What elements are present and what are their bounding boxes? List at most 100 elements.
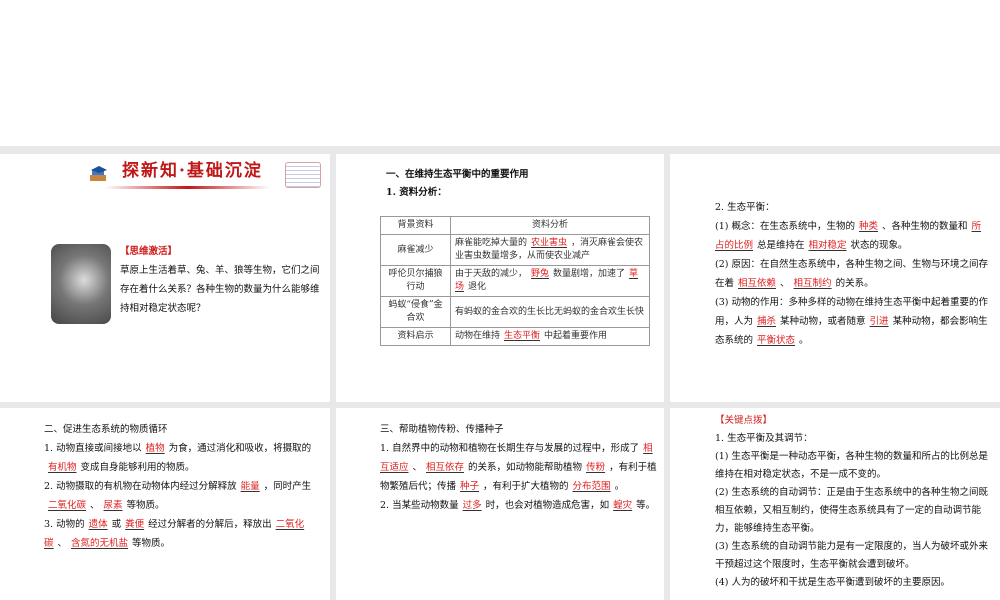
text-fragment: 某种动物，或者随意 (780, 316, 866, 327)
text-fragment: 3. 动物的 (44, 519, 85, 530)
paragraph-1: 1. 自然界中的动物和植物在长期生存与发展的过程中，形成了 相互适应、相互依存 的关… (380, 439, 662, 496)
slide-title: 探新知·基础沉淀 (122, 161, 263, 181)
slide-3[interactable]: 2. 生态平衡： (1) 概念：在生态系统中，生物的 种类 、各种生物的数量和 所占的… (670, 154, 1000, 402)
text-fragment: ，有利于扩大植物的 (483, 481, 569, 492)
slide-6[interactable]: 【关键点拨】 1. 生态平衡及其调节： (1) 生态平衡是一种动态平衡，各种生物… (670, 408, 1000, 600)
answer: 分布范围 (572, 481, 611, 492)
text-fragment: 、 (90, 500, 100, 511)
title-underline (105, 186, 270, 189)
text-fragment: 等物质。 (132, 538, 171, 549)
answer: 植物 (145, 443, 165, 454)
answer: 野兔 (531, 269, 550, 279)
text-fragment: 1. 动物直接或间接地以 (44, 443, 142, 454)
answer: 平衡状态 (757, 335, 796, 346)
slide-4[interactable]: 二、促进生态系统的物质循环 1. 动物直接或间接地以 植物 为食，通过消化和吸收，将… (0, 408, 330, 600)
text-fragment: 的关系。 (835, 278, 874, 289)
table-row: 资料启示 动物在维持 生态平衡 中起着重要作用 (380, 327, 650, 346)
text-fragment: 时，也会对植物造成危害，如 (485, 500, 610, 511)
answer: 生态平衡 (504, 331, 541, 341)
table-header: 背景资料 (380, 216, 451, 235)
cause-paragraph: (2) 原因：在自然生态系统中，各种生物之间、生物与环境之间存在着 相互依赖、相互… (715, 255, 990, 293)
thinking-tag: 【思维激活】 (120, 246, 178, 257)
text-fragment: 等。 (636, 500, 656, 511)
text-fragment: 总是维持在 (757, 240, 805, 251)
data-table: 背景资料 资料分析 麻雀减少 麻雀能吃掉大量的 农业害虫 ，消灭麻雀会使农业害虫数量增多… (380, 216, 650, 346)
table-row: 呼伦贝尔捕狼行动 由于天敌的减少， 野兔 数量剧增，加速了 草场 退化 (380, 265, 650, 297)
text-fragment: 的关系，如动物能帮助植物 (468, 462, 583, 473)
answer: 二氧化碳 (48, 500, 87, 511)
text-fragment: 1. 自然界中的动物和植物在长期生存与发展的过程中，形成了 (380, 443, 640, 454)
table-cell-text: 退化 (468, 282, 487, 292)
key-item: (3) 生态系统的自动调节能力是有一定限度的，当人为破坏或外来干预超过这个限度时… (715, 541, 988, 570)
book-cap-icon (88, 162, 110, 184)
answer: 相互依存 (426, 462, 465, 473)
section-heading: 三、帮助植物传粉、传播种子 (380, 424, 504, 435)
table-header: 资料分析 (450, 216, 650, 235)
slide-2[interactable]: 一、在维持生态平衡中的重要作用 1. 资料分析： 背景资料 资料分析 麻雀减少 麻雀… (336, 154, 664, 402)
table-cell: 呼伦贝尔捕狼行动 (380, 265, 451, 297)
table-cell-text: 动物在维持 (455, 331, 501, 341)
text-fragment: 、 (57, 538, 68, 549)
answer: 粪便 (125, 519, 145, 530)
key-heading: 1. 生态平衡及其调节： (715, 433, 813, 444)
text-fragment: 为食，通过消化和吸收，将摄取的 (168, 443, 312, 454)
key-item: (1) 生态平衡是一种动态平衡，各种生物的数量和所占的比例总是维持在相对稳定状态… (715, 451, 988, 480)
text-fragment: 。 (799, 335, 809, 346)
text-fragment: 、 (412, 462, 423, 473)
concept-paragraph: (1) 概念：在生态系统中，生物的 种类 、各种生物的数量和 所占的比例 总是维持在 相对… (715, 217, 990, 255)
table-cell: 资料启示 (380, 327, 451, 346)
paragraph-2: 2. 动物摄取的有机物在动物体内经过分解释放 能量 ，同时产生二氧化碳、尿素 等物质。 (44, 477, 322, 515)
answer: 含氮的无机盐 (71, 538, 129, 549)
wolf-photo (51, 244, 111, 324)
answer: 种子 (460, 481, 480, 492)
answer: 过多 (462, 500, 482, 511)
text-fragment: 变成自身能够利用的物质。 (80, 462, 195, 473)
paragraph-1: 1. 动物直接或间接地以 植物 为食，通过消化和吸收，将摄取的有机物 变成自身能够利用… (44, 439, 322, 477)
section-heading: 2. 生态平衡： (715, 202, 775, 213)
text-fragment: 等物质。 (126, 500, 165, 511)
slide-grid: 探新知·基础沉淀 【思维激活】 草原上生活着草、兔、羊、狼等生物，它们之间存在着… (0, 146, 1000, 600)
text-fragment: 。 (614, 481, 625, 492)
answer: 捕杀 (757, 316, 777, 327)
text-fragment: ，同时产生 (263, 481, 312, 492)
table-row: 麻雀减少 麻雀能吃掉大量的 农业害虫 ，消灭麻雀会使农业害虫数量增多，从而使农业减产 (380, 234, 650, 266)
section-heading: 一、在维持生态平衡中的重要作用 (386, 169, 529, 180)
table-cell-text: 中起着重要作用 (544, 331, 608, 341)
slide-1[interactable]: 探新知·基础沉淀 【思维激活】 草原上生活着草、兔、羊、狼等生物，它们之间存在着… (0, 154, 330, 402)
answer: 相互制约 (793, 278, 832, 289)
text-fragment: 、各种生物的数量和 (882, 221, 968, 232)
answer: 有机物 (48, 462, 77, 473)
thumbnail-note (285, 162, 321, 188)
key-item: (4) 人为的破坏和干扰是生态平衡遭到破坏的主要原因。 (715, 577, 950, 588)
role-paragraph: (3) 动物的作用：多种多样的动物在维持生态平衡中起着重要的作用，人为 捕杀 某种动… (715, 293, 990, 350)
text-fragment: 状态的现象。 (850, 240, 908, 251)
text-fragment: 或 (111, 519, 122, 530)
text-fragment: (1) 概念：在生态系统中，生物的 (715, 221, 855, 232)
answer: 遗体 (88, 519, 108, 530)
answer: 相对稳定 (808, 240, 847, 251)
section-heading: 二、促进生态系统的物质循环 (44, 424, 168, 435)
thinking-question: 草原上生活着草、兔、羊、狼等生物，它们之间存在着什么关系？各种生物的数量为什么能… (120, 265, 320, 314)
answer: 相互依赖 (738, 278, 777, 289)
table-row: 蚂蚁“侵食”金合欢 有蚂蚁的金合欢的生长比无蚂蚁的金合欢生长快 (380, 296, 650, 328)
answer: 农业害虫 (531, 238, 568, 248)
answer: 蝗灾 (613, 500, 633, 511)
slide-5[interactable]: 三、帮助植物传粉、传播种子 1. 自然界中的动物和植物在长期生存与发展的过程中，… (336, 408, 664, 600)
table-cell: 有蚂蚁的金合欢的生长比无蚂蚁的金合欢生长快 (450, 296, 650, 328)
answer: 传粉 (586, 462, 606, 473)
table-cell: 蚂蚁“侵食”金合欢 (380, 296, 451, 328)
answer: 能量 (240, 481, 260, 492)
text-fragment: 2. 动物摄取的有机物在动物体内经过分解释放 (44, 481, 237, 492)
answer: 尿素 (103, 500, 123, 511)
text-fragment: 2. 当某些动物数量 (380, 500, 459, 511)
text-fragment: 、 (780, 278, 790, 289)
answer: 种类 (858, 221, 878, 232)
sub-heading: 1. 资料分析： (386, 187, 447, 198)
table-cell: 麻雀减少 (380, 234, 451, 266)
paragraph-2: 2. 当某些动物数量 过多 时，也会对植物造成危害，如 蝗灾 等。 (380, 496, 662, 515)
text-fragment: 经过分解者的分解后，释放出 (148, 519, 272, 530)
table-cell-text: 数量剧增，加速了 (553, 269, 626, 279)
key-points-tag: 【关键点拨】 (715, 415, 773, 426)
table-cell-text: 麻雀能吃掉大量的 (455, 238, 528, 248)
answer: 引进 (869, 316, 889, 327)
